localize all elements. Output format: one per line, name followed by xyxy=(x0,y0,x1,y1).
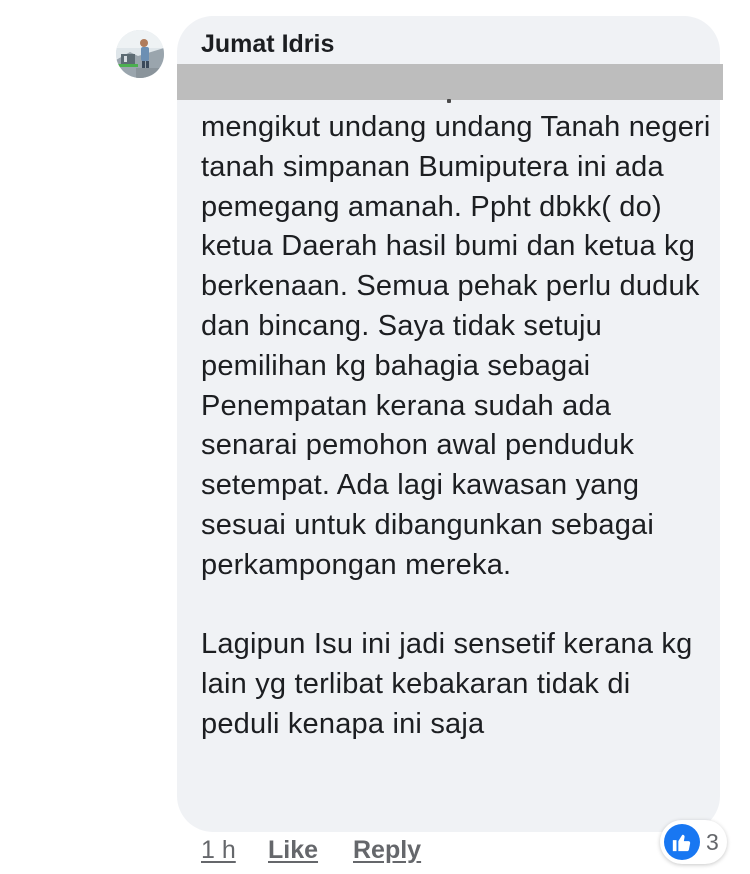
comment-text: mengikut undang undang Tanah negeri tana… xyxy=(201,111,711,740)
comment: Jumat Idris mengikut undang undang Tanah… xyxy=(0,0,750,874)
timestamp-link[interactable]: 1 h xyxy=(201,836,236,865)
avatar[interactable] xyxy=(116,30,164,78)
reply-button[interactable]: Reply xyxy=(353,836,421,865)
author-name[interactable]: Jumat Idris xyxy=(201,30,334,59)
reaction-summary[interactable]: 3 xyxy=(660,820,727,864)
thumbs-up-icon xyxy=(664,824,700,860)
redaction-bar xyxy=(177,64,723,100)
avatar-photo xyxy=(116,30,164,78)
reaction-count: 3 xyxy=(706,828,719,855)
comment-bubble: Jumat Idris mengikut undang undang Tanah… xyxy=(177,16,723,832)
partial-glyph xyxy=(447,99,451,103)
like-button[interactable]: Like xyxy=(268,836,318,865)
